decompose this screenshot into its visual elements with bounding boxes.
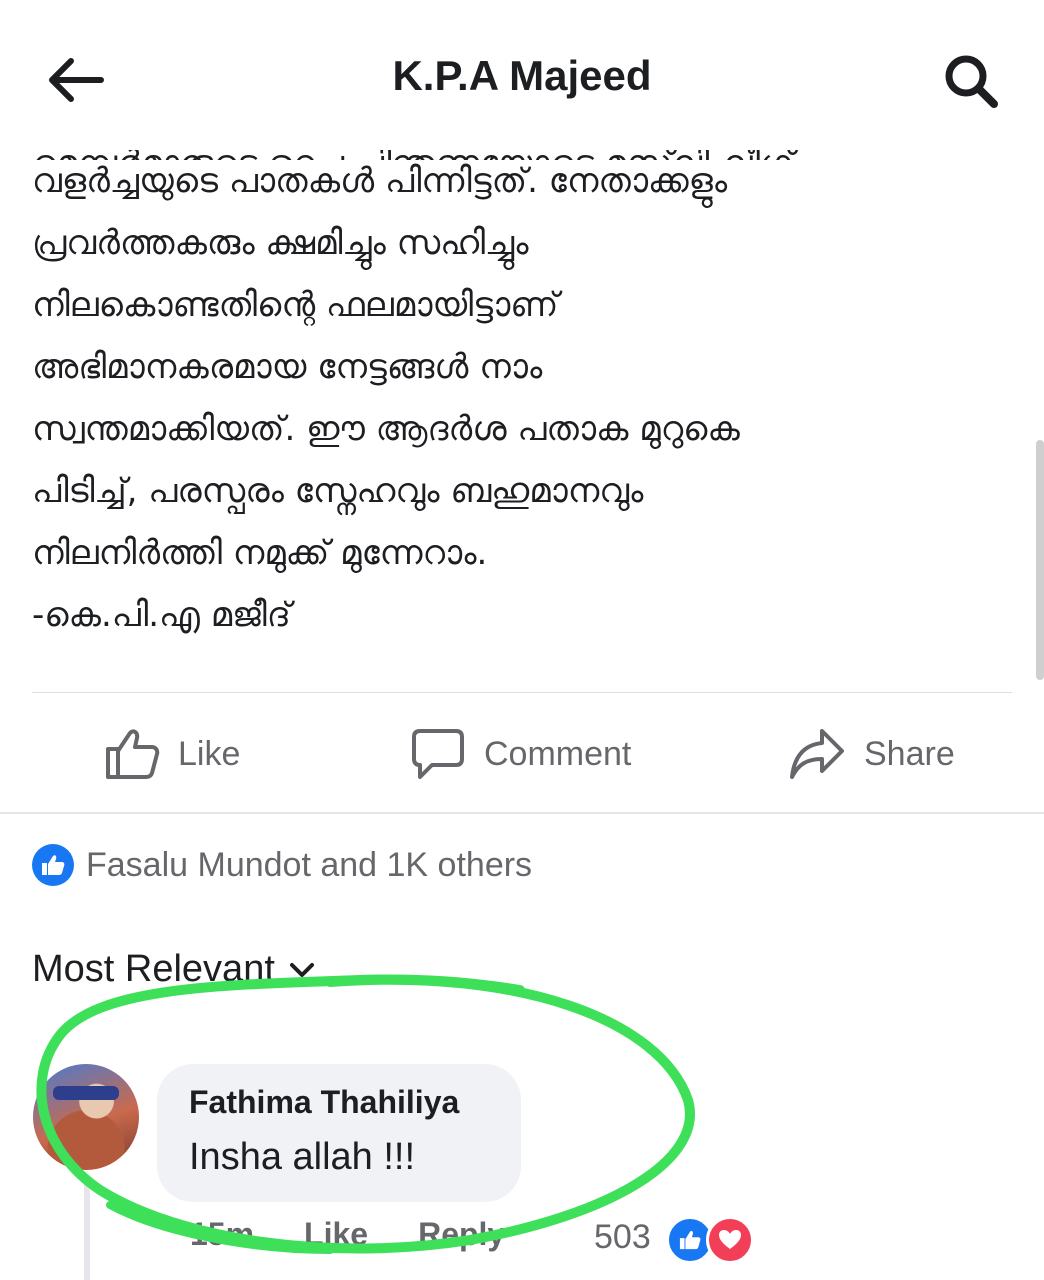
like-label: Like (178, 734, 241, 773)
divider (0, 812, 1044, 814)
reactions-summary-text: Fasalu Mundot and 1K others (86, 845, 533, 884)
scrollbar[interactable] (1036, 440, 1044, 680)
comment-time: 15m (190, 1216, 255, 1252)
comment-reactions[interactable] (666, 1216, 756, 1264)
post-body: മെമ്പർമാരുടെ ഉറച്ച പിന്തുണയോടെ മുസ്‌ലിംല… (32, 118, 1012, 646)
post-signature: -കെ.പി.എ മജീദ് (32, 595, 291, 635)
share-button[interactable]: Share (788, 724, 955, 784)
comment-reaction-count[interactable]: 503 (594, 1218, 651, 1257)
thumbs-up-icon (106, 729, 160, 779)
reactions-summary[interactable]: Fasalu Mundot and 1K others (32, 844, 532, 886)
comments-sort-dropdown[interactable]: Most Relevant (32, 948, 315, 991)
comment-author[interactable]: Fathima Thahiliya (189, 1084, 459, 1121)
search-button[interactable] (936, 46, 1006, 116)
post-line: അഭിമാനകരമായ നേട്ടങ്ങൾ നാം (32, 347, 543, 387)
love-reaction-icon (706, 1216, 754, 1264)
post-line: പിടിച്ച്, പരസ്പരം സ്നേഹവും ബഹുമാനവും (32, 471, 644, 511)
search-icon (945, 55, 998, 108)
like-reaction-icon (32, 844, 74, 886)
post-line: പ്രവർത്തകരും ക്ഷമിച്ചും സഹിച്ചും (32, 223, 529, 263)
avatar[interactable] (33, 1064, 139, 1170)
post-line: നിലനിർത്തി നമുക്ക് മുന്നേറാം. (32, 533, 488, 573)
comment-bubble[interactable]: Fathima Thahiliya Insha allah !!! (157, 1064, 521, 1202)
post-line: വളർച്ചയുടെ പാതകൾ പിന്നിട്ടത്. നേതാക്കളും (32, 161, 728, 201)
comment-text: Insha allah !!! (189, 1136, 416, 1178)
top-bar: K.P.A Majeed (0, 0, 1044, 150)
page-title: K.P.A Majeed (392, 52, 652, 99)
thread-line (84, 1178, 90, 1280)
comment-label: Comment (484, 734, 632, 773)
sort-label: Most Relevant (32, 948, 275, 990)
divider (32, 692, 1012, 693)
chevron-down-icon (289, 962, 314, 977)
post-action-bar: Like Comment Share (0, 694, 1044, 812)
comment-meta: 15m Like Reply (190, 1216, 555, 1253)
comment-like-button[interactable]: Like (304, 1216, 368, 1253)
post-line: സ്വന്തമാക്കിയത്. ഈ ആദർശ പതാക മുറുകെ (32, 409, 740, 449)
comment-button[interactable]: Comment (410, 724, 631, 784)
comment-bubble-icon (412, 729, 464, 779)
comment-reply-button[interactable]: Reply (418, 1216, 505, 1253)
share-arrow-icon (790, 729, 844, 779)
share-label: Share (864, 734, 955, 773)
like-button[interactable]: Like (104, 724, 240, 784)
post-line: നിലകൊണ്ടതിന്റെ ഫലമായിട്ടാണ് (32, 285, 559, 325)
